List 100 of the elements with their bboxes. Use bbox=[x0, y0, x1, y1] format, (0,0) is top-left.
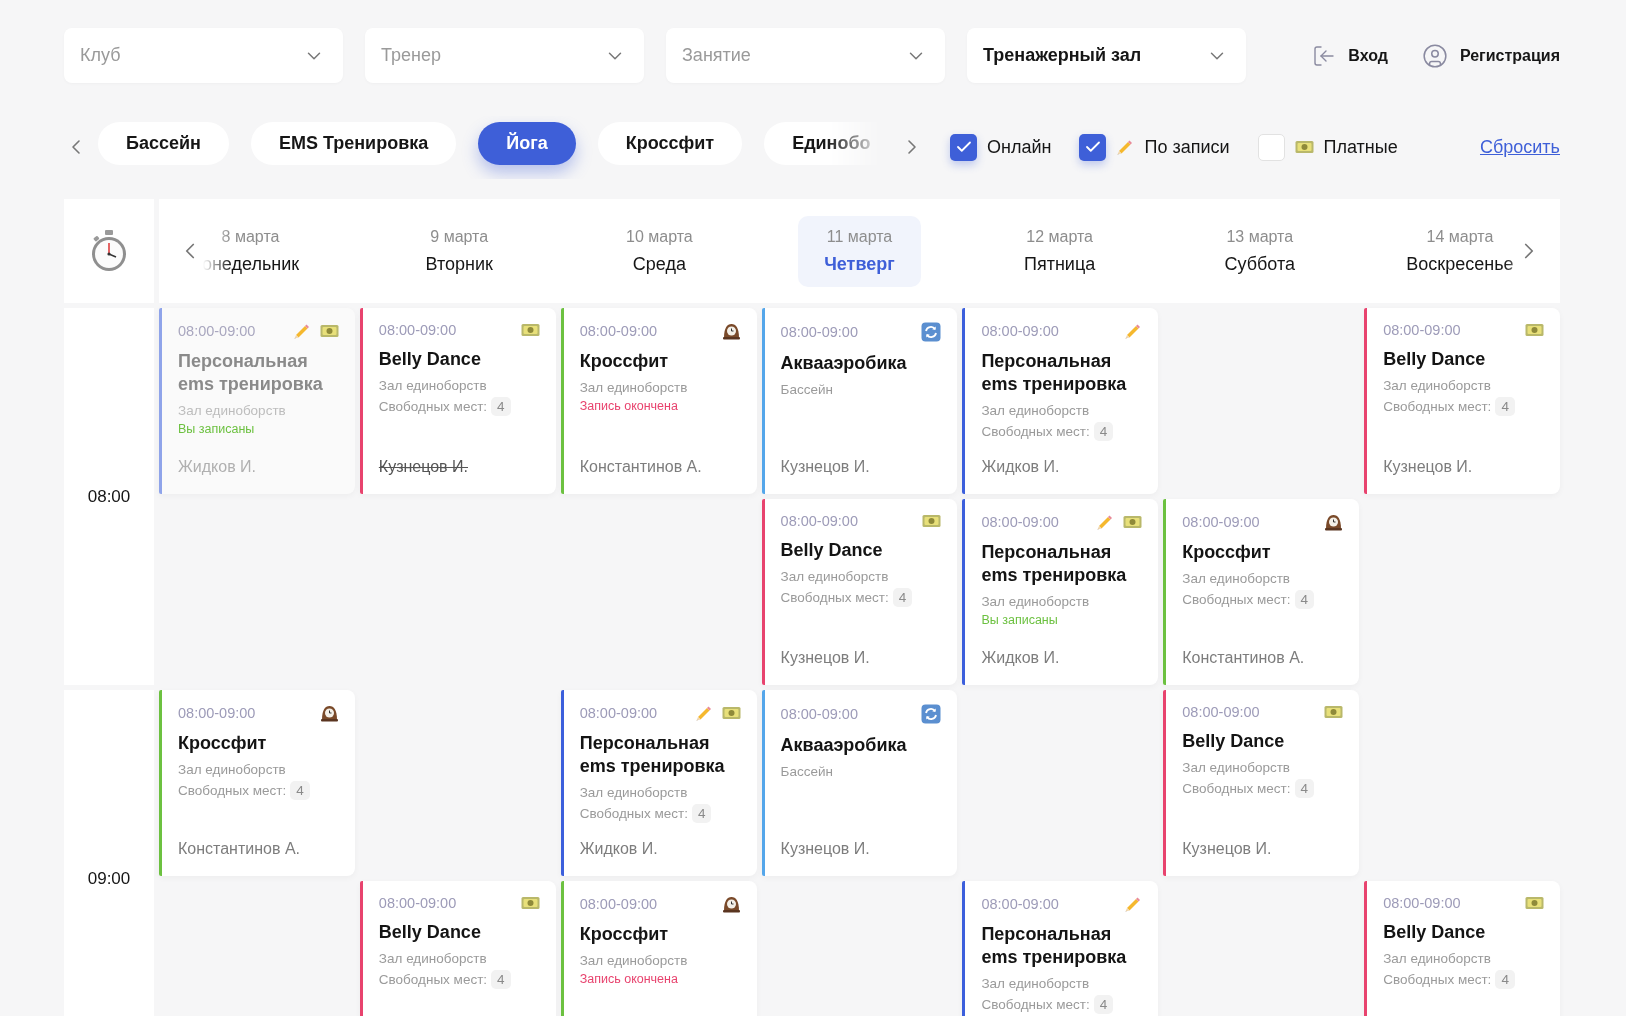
user-icon bbox=[1421, 42, 1448, 69]
class-title: Кроссфит bbox=[579, 923, 670, 946]
class-time: 08:00-09:00 bbox=[981, 896, 1059, 912]
class-place: Зал единоборств bbox=[178, 403, 287, 418]
pencil-icon bbox=[1096, 513, 1115, 531]
trainer-name: Кузнецов И. bbox=[780, 649, 871, 667]
class-place: Зал единоборств bbox=[178, 762, 287, 777]
class-title: Belly Dance bbox=[1383, 348, 1487, 371]
class-time: 08:00-09:00 bbox=[780, 513, 858, 529]
checkbox[interactable] bbox=[950, 133, 977, 161]
class-place: Зал единоборств bbox=[378, 951, 488, 966]
class-card[interactable]: 08:00-09:00 Кроссфит Зал единоборств Запись окончена bbox=[560, 881, 757, 1016]
seats-label: Свободных мест: bbox=[1383, 399, 1492, 414]
class-title: Кроссфит bbox=[178, 732, 268, 755]
day-tab[interactable]: 11 марта Четверг bbox=[798, 215, 921, 287]
class-title: Belly Dance bbox=[378, 348, 482, 371]
day-tab[interactable]: 9 марта Вторник bbox=[399, 215, 519, 287]
seats-count: 4 bbox=[1093, 422, 1114, 441]
hour-label: 09:00 bbox=[87, 868, 131, 889]
seats-label: Свободных мест: bbox=[981, 424, 1090, 439]
seats-count: 4 bbox=[691, 804, 712, 823]
class-time: 08:00-09:00 bbox=[981, 323, 1059, 339]
checkbox-label: Платные bbox=[1323, 136, 1398, 158]
trainer-name: Константинов А. bbox=[579, 458, 703, 476]
class-time: 08:00-09:00 bbox=[378, 895, 457, 911]
class-title: Персональная ems тренировка bbox=[579, 732, 726, 778]
class-place: Зал единоборств bbox=[981, 976, 1091, 991]
seats-count: 4 bbox=[491, 970, 511, 989]
seats-count: 4 bbox=[491, 397, 511, 416]
seats-count: 4 bbox=[1495, 970, 1515, 989]
class-title: Аквааэробика bbox=[780, 734, 908, 757]
class-card[interactable]: 08:00-09:00 Belly Dance Зал единоборств Свободных мест: 4 bbox=[359, 881, 556, 1016]
trainer-name: Константинов А. bbox=[178, 840, 301, 858]
class-card[interactable]: 08:00-09:00 Персональная ems тренировка Зал единоборств Свободных мест: 4 Жидков И. bbox=[962, 308, 1159, 494]
banknote-icon bbox=[319, 324, 339, 338]
class-place: Зал единоборств bbox=[1383, 378, 1492, 393]
class-card[interactable]: 08:00-09:00 Belly Dance Зал единоборств Свободных мест: 4 Кузнецов И. bbox=[359, 308, 556, 494]
class-place: Зал единоборств bbox=[378, 378, 488, 393]
class-title: Персональная ems тренировка bbox=[178, 350, 324, 396]
class-card[interactable]: 08:00-09:00 Belly Dance Зал единоборств Свободных мест: 4 Кузнецов И. bbox=[1364, 308, 1560, 494]
reset-link[interactable]: Сбросить bbox=[1480, 136, 1560, 158]
class-title: Belly Dance bbox=[1182, 730, 1286, 753]
class-title: Кроссфит bbox=[579, 350, 670, 373]
checkbox[interactable] bbox=[1257, 133, 1285, 161]
class-card[interactable]: 08:00-09:00 Персональная ems тренировка Зал единоборств Свободных мест: 4 bbox=[962, 881, 1159, 1016]
day-tab[interactable]: 10 марта Среда bbox=[600, 215, 719, 287]
booking-status: Вы записаны bbox=[981, 613, 1059, 627]
class-card[interactable]: 08:00-09:00 Аквааэробика Бассейн Кузнецов И. bbox=[761, 690, 958, 876]
trainer-name: Жидков И. bbox=[579, 840, 659, 858]
class-title: Belly Dance bbox=[1383, 921, 1487, 944]
day-tab[interactable]: 13 марта Суббота bbox=[1198, 215, 1321, 287]
clock-icon bbox=[1324, 513, 1344, 531]
category-chip[interactable]: Йога bbox=[478, 121, 576, 165]
class-time: 08:00-09:00 bbox=[378, 322, 457, 338]
dropdown[interactable]: Тренажерный зал bbox=[967, 28, 1246, 83]
class-card[interactable]: 08:00-09:00 Belly Dance Зал единоборств Свободных мест: 4 Кузнецов И. bbox=[761, 499, 958, 685]
class-card[interactable]: 08:00-09:00 Кроссфит Зал единоборств Запись окончена Константинов А. bbox=[560, 308, 757, 494]
clock-icon bbox=[721, 895, 741, 913]
class-title: Аквааэробика bbox=[780, 352, 908, 375]
class-card[interactable]: 08:00-09:00 Кроссфит Зал единоборств Свободных мест: 4 Константинов А. bbox=[1163, 499, 1360, 685]
pencil-icon bbox=[1124, 895, 1143, 913]
class-time: 08:00-09:00 bbox=[579, 323, 658, 339]
register-link[interactable]: Регистрация bbox=[1421, 42, 1560, 69]
day-tab[interactable]: 14 марта Воскресенье bbox=[1380, 215, 1540, 287]
pencil-icon bbox=[694, 704, 713, 722]
login-link[interactable]: Вход bbox=[1312, 43, 1388, 68]
seats-label: Свободных мест: bbox=[780, 590, 889, 605]
seats-count: 4 bbox=[1294, 779, 1315, 798]
banknote-icon bbox=[1525, 896, 1544, 910]
booking-status: Запись окончена bbox=[579, 399, 679, 413]
class-time: 08:00-09:00 bbox=[1182, 704, 1260, 720]
class-place: Зал единоборств bbox=[579, 785, 689, 800]
trainer-name: Жидков И. bbox=[981, 458, 1061, 476]
pencil-icon bbox=[1116, 138, 1135, 156]
trainer-name: Константинов А. bbox=[1182, 649, 1306, 667]
category-chip[interactable]: Бассейн bbox=[98, 121, 229, 165]
class-place: Зал единоборств bbox=[579, 953, 689, 968]
category-chip[interactable]: Кроссфит bbox=[597, 121, 743, 165]
class-card[interactable]: 08:00-09:00 Персональная ems тренировка Зал единоборств Свободных мест: 4 Жидков И. bbox=[560, 690, 757, 876]
category-chip[interactable]: EMS Тренировка bbox=[250, 121, 457, 165]
class-time: 08:00-09:00 bbox=[780, 324, 858, 340]
class-time: 08:00-09:00 bbox=[178, 323, 256, 339]
class-card[interactable]: 08:00-09:00 Персональная ems тренировка Зал единоборств Вы записаны Жидков И. bbox=[962, 499, 1159, 685]
seats-label: Свободных мест: bbox=[579, 806, 688, 821]
seats-count: 4 bbox=[892, 588, 913, 607]
seats-count: 4 bbox=[1294, 590, 1315, 609]
class-card[interactable]: 08:00-09:00 Belly Dance Зал единоборств Свободных мест: 4 Кузнецов И. bbox=[1163, 690, 1360, 876]
trainer-name: Жидков И. bbox=[981, 649, 1061, 667]
checkbox[interactable] bbox=[1079, 133, 1107, 161]
day-tab[interactable]: 12 марта Пятница bbox=[998, 215, 1122, 287]
class-card[interactable]: 08:00-09:00 Аквааэробика Бассейн Кузнецов И. bbox=[761, 308, 958, 494]
class-place: Зал единоборств bbox=[1182, 760, 1292, 775]
day-tab[interactable]: 8 марта онедельник bbox=[175, 215, 326, 287]
seats-count: 4 bbox=[1495, 397, 1515, 416]
pencil-icon bbox=[1124, 322, 1143, 340]
class-card[interactable]: 08:00-09:00 Belly Dance Зал единоборств Свободных мест: 4 bbox=[1364, 881, 1560, 1016]
banknote-icon bbox=[1525, 323, 1544, 337]
class-time: 08:00-09:00 bbox=[780, 706, 858, 722]
class-time: 08:00-09:00 bbox=[579, 705, 658, 721]
class-card[interactable]: 08:00-09:00 Кроссфит Зал единоборств Свободных мест: 4 Константинов А. bbox=[159, 690, 355, 876]
